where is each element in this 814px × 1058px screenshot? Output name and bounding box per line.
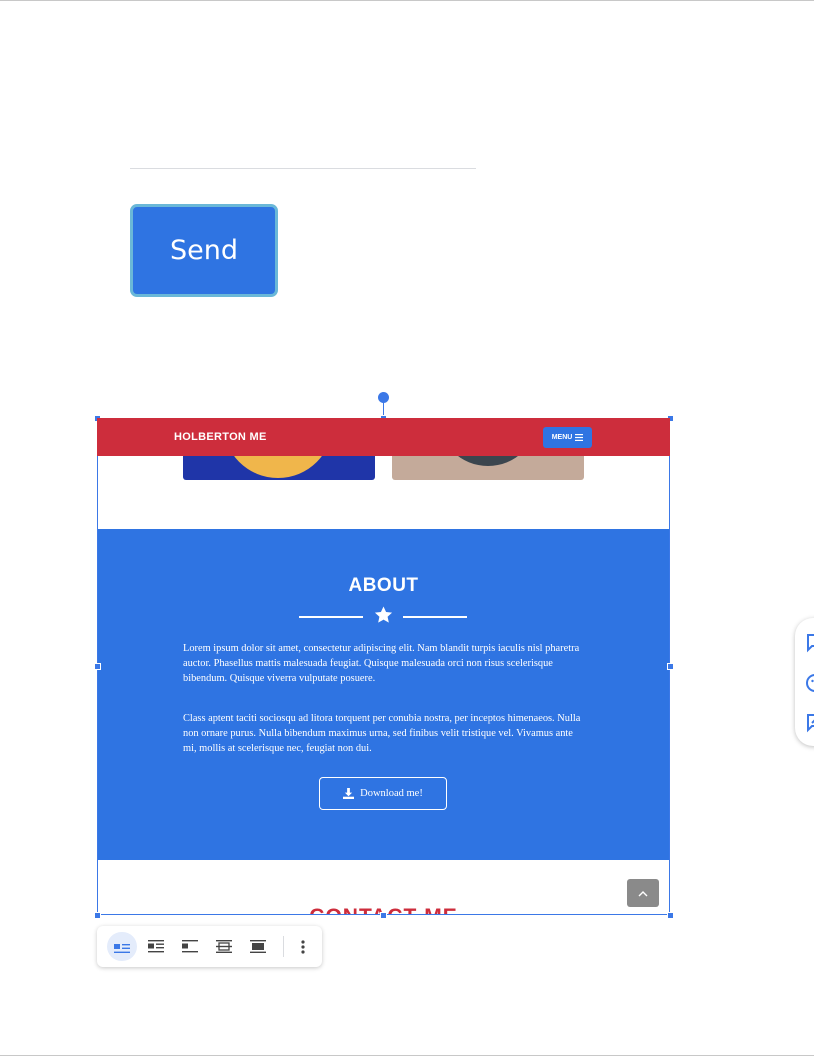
send-button[interactable]: Send [130,204,278,297]
wrap-text-icon [148,940,164,953]
resize-handle-e[interactable] [667,663,674,670]
add-comment-icon[interactable] [805,633,814,653]
download-button: Download me! [319,777,447,810]
toolbar-separator [283,936,284,957]
about-paragraph: Lorem ipsum dolor sit amet, consectetur … [183,643,580,685]
wrap-text-button[interactable] [141,932,171,961]
inline-icon [114,943,130,953]
emoji-icon[interactable] [805,673,814,693]
resize-handle-w[interactable] [94,663,101,670]
resize-handle-sw[interactable] [94,912,101,919]
embedded-image[interactable]: HOLBERTON ME MENU ABOUT Lorem ipsum dolo… [97,418,670,915]
menu-button: MENU [543,427,592,448]
download-label: Download me! [360,788,423,799]
break-text-icon [182,940,198,953]
rotate-handle[interactable] [378,392,389,403]
divider-line [403,616,467,618]
menu-icon [575,434,584,441]
resize-handle-s[interactable] [380,912,387,919]
about-title: ABOUT [348,575,419,596]
text-field-underline[interactable] [130,168,476,169]
divider-line [299,616,363,618]
menu-label: MENU [551,434,573,441]
scroll-top-button [627,879,659,907]
about-paragraph: Class aptent taciti sociosqu ad litora t… [183,713,581,755]
resize-handle-se[interactable] [667,912,674,919]
about-section: ABOUT Lorem ipsum dolor sit amet, consec… [97,529,670,860]
image-wrap-toolbar [97,926,322,967]
more-vert-icon [301,939,305,954]
site-navbar: HOLBERTON ME MENU [97,418,670,456]
more-options-button[interactable] [288,932,318,961]
download-icon [343,788,355,799]
page-border-bottom [0,1055,814,1056]
in-front-of-text-button[interactable] [243,932,273,961]
side-action-panel [795,618,814,746]
chevron-up-icon [638,890,648,896]
page-border-top [0,0,814,1]
suggest-edit-icon[interactable] [805,713,814,733]
behind-text-button[interactable] [209,932,239,961]
break-text-button[interactable] [175,932,205,961]
behind-text-icon [216,940,232,953]
star-icon [374,606,393,623]
wrap-inline-button[interactable] [107,932,137,961]
in-front-of-text-icon [250,940,266,953]
site-brand: HOLBERTON ME [174,431,267,443]
